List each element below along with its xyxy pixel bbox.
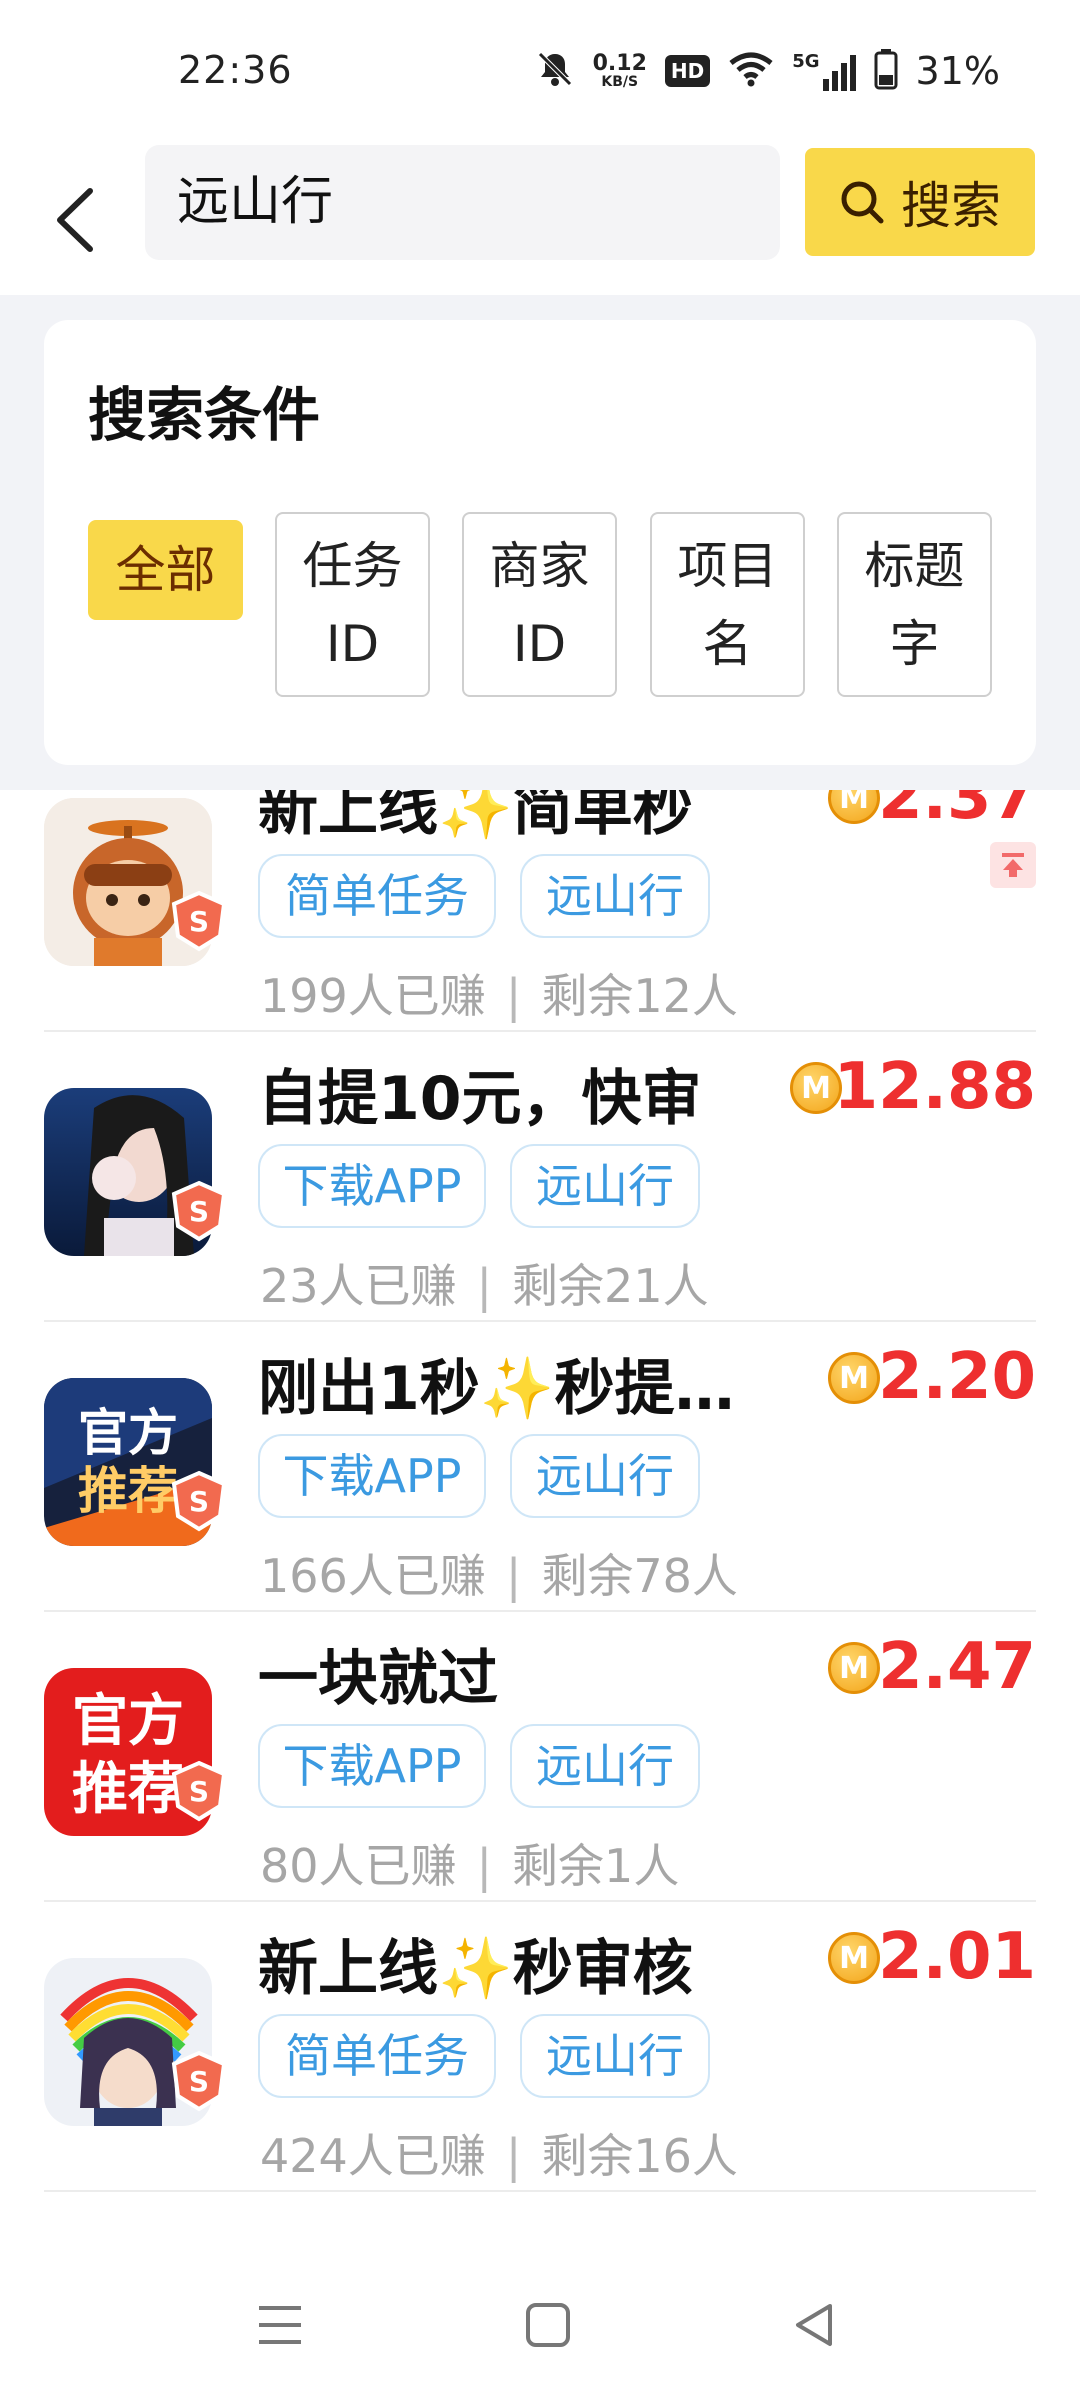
coin-icon: M: [828, 1642, 880, 1694]
task-title: 新上线✨简单秒: [258, 790, 693, 844]
earned-count: 199人已赚: [260, 969, 486, 1023]
svg-text:S: S: [189, 905, 209, 938]
status-bar: 22:36 0.12 KB/S HD 5G 31%: [0, 0, 1080, 140]
back-nav-button[interactable]: [780, 2295, 850, 2355]
coin-icon: M: [828, 1352, 880, 1404]
task-stats: 80人已赚 | 剩余1人: [260, 1839, 680, 1893]
wifi-icon: [728, 51, 774, 91]
battery-percent: 31%: [915, 49, 1000, 93]
task-price: 12.88: [833, 1050, 1036, 1124]
search-header: 远山行 搜索: [0, 140, 1080, 295]
remaining-count: 剩余78人: [541, 1549, 738, 1603]
s-badge-icon: S: [171, 1760, 227, 1822]
s-badge-icon: S: [171, 1470, 227, 1532]
remaining-count: 剩余21人: [512, 1259, 709, 1313]
earned-count: 166人已赚: [260, 1549, 486, 1603]
task-stats: 23人已赚 | 剩余21人: [260, 1259, 709, 1313]
list-item[interactable]: S 新上线✨秒审核 M 2.01 简单任务 远山行 424人已赚 | 剩余16人: [0, 1902, 1080, 2192]
menu-button[interactable]: [245, 2295, 315, 2355]
task-title: 刚出1秒✨秒提…: [258, 1354, 735, 1424]
svg-text:推荐: 推荐: [78, 1462, 178, 1520]
status-time: 22:36: [178, 48, 293, 92]
task-price: 2.20: [878, 1340, 1036, 1414]
triangle-back-icon: [796, 2304, 832, 2346]
signal-icon: 5G: [792, 51, 856, 91]
list-item[interactable]: 官方 推荐 S 一块就过 M 2.47 下载APP 远山行 80人已赚 | 剩余1人: [0, 1612, 1080, 1902]
system-nav-bar: [0, 2250, 1080, 2400]
s-badge-icon: S: [171, 890, 227, 952]
battery-icon: [874, 48, 898, 94]
divider: [44, 2190, 1036, 2192]
svg-text:S: S: [189, 1775, 209, 1808]
remaining-count: 剩余16人: [541, 2129, 738, 2183]
task-price: 2.37: [878, 790, 1036, 834]
filter-chip-all[interactable]: 全部: [88, 520, 243, 620]
search-input[interactable]: 远山行: [145, 145, 780, 260]
earned-count: 80人已赚: [260, 1839, 457, 1893]
net-speed: 0.12 KB/S: [592, 51, 647, 90]
task-tag: 远山行: [510, 1434, 700, 1518]
pin-top-icon[interactable]: [990, 842, 1036, 888]
task-title: 自提10元，快审: [258, 1064, 702, 1134]
task-stats: 424人已赚 | 剩余16人: [260, 2129, 738, 2183]
task-tag: 远山行: [520, 854, 710, 938]
home-button[interactable]: [513, 2295, 583, 2355]
task-stats: 166人已赚 | 剩余78人: [260, 1549, 738, 1603]
square-icon: [526, 2303, 570, 2347]
svg-text:官方: 官方: [78, 1404, 178, 1462]
search-button[interactable]: 搜索: [805, 148, 1035, 256]
task-price: 2.01: [878, 1920, 1036, 1994]
remaining-count: 剩余12人: [541, 969, 738, 1023]
task-tag: 简单任务: [258, 854, 496, 938]
task-price: 2.47: [878, 1630, 1036, 1704]
earned-count: 23人已赚: [260, 1259, 457, 1313]
menu-icon: [259, 2306, 301, 2344]
task-tag: 下载APP: [258, 1724, 486, 1808]
filter-card: 搜索条件 全部 任务 ID 商家 ID 项目 名 标题 字: [44, 320, 1036, 765]
list-item[interactable]: S 新上线✨简单秒 M 2.37 简单任务 远山行 199人已赚 | 剩余12人: [0, 790, 1080, 1032]
search-icon: [841, 181, 884, 224]
task-tag: 下载APP: [258, 1434, 486, 1518]
filter-chip-project-name[interactable]: 项目 名: [650, 512, 805, 697]
coin-icon: M: [828, 1932, 880, 1984]
task-stats: 199人已赚 | 剩余12人: [260, 969, 738, 1023]
filter-chip-merchant-id[interactable]: 商家 ID: [462, 512, 617, 697]
svg-text:S: S: [189, 1195, 209, 1228]
task-list: S 新上线✨简单秒 M 2.37 简单任务 远山行 199人已赚 | 剩余12人 S…: [0, 790, 1080, 2250]
task-tag: 远山行: [520, 2014, 710, 2098]
task-title: 新上线✨秒审核: [258, 1934, 693, 2004]
earned-count: 424人已赚: [260, 2129, 486, 2183]
remaining-count: 剩余1人: [512, 1839, 680, 1893]
list-item[interactable]: S 自提10元，快审 M 12.88 下载APP 远山行 23人已赚 | 剩余21人: [0, 1032, 1080, 1322]
svg-text:S: S: [189, 1485, 209, 1518]
task-tag: 远山行: [510, 1144, 700, 1228]
back-button[interactable]: [30, 160, 120, 280]
task-tag: 下载APP: [258, 1144, 486, 1228]
chevron-left-icon: [57, 188, 93, 252]
task-tag: 简单任务: [258, 2014, 496, 2098]
filter-chip-title-keyword[interactable]: 标题 字: [837, 512, 992, 697]
s-badge-icon: S: [171, 1180, 227, 1242]
filter-chip-task-id[interactable]: 任务 ID: [275, 512, 430, 697]
list-item[interactable]: 官方 推荐 S 刚出1秒✨秒提… M 2.20 下载APP 远山行 166人已赚…: [0, 1322, 1080, 1612]
task-title: 一块就过: [258, 1644, 498, 1714]
search-button-label: 搜索: [901, 177, 1001, 235]
s-badge-icon: S: [171, 2050, 227, 2112]
svg-text:官方: 官方: [72, 1689, 184, 1754]
status-icons: 0.12 KB/S HD 5G 31%: [535, 46, 1000, 96]
filter-title: 搜索条件: [88, 381, 321, 449]
mute-icon: [535, 49, 575, 93]
coin-icon: M: [828, 790, 880, 824]
hd-badge: HD: [664, 55, 711, 87]
svg-text:S: S: [189, 2065, 209, 2098]
task-tag: 远山行: [510, 1724, 700, 1808]
